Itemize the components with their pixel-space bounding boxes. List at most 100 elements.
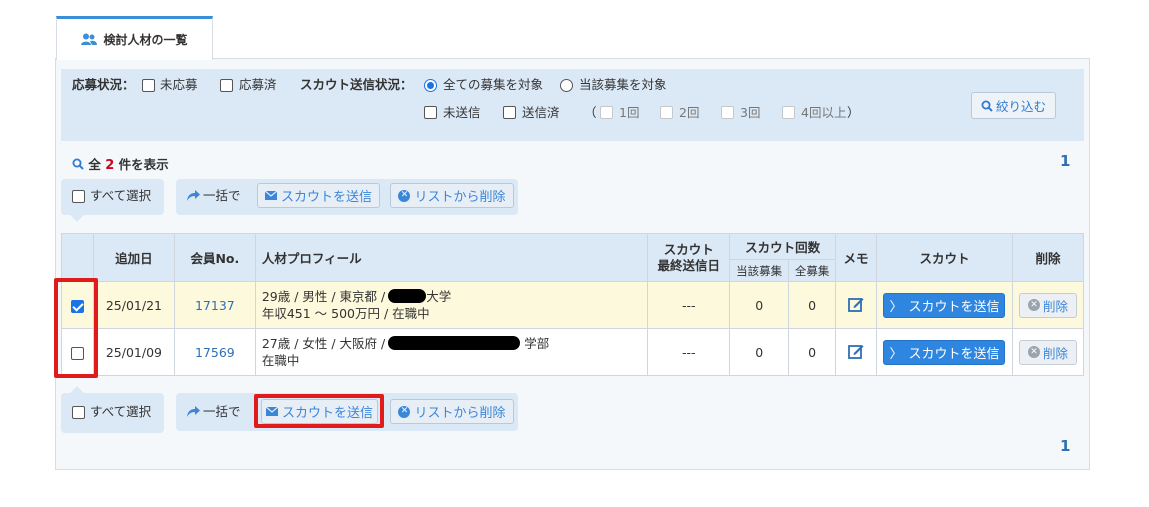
send-scout-button[interactable]: 〉スカウトを送信	[883, 339, 1006, 365]
all-recruitment-label: 全ての募集を対象	[443, 77, 544, 92]
unapplied-checkbox[interactable]	[142, 79, 155, 92]
last-sent: ---	[647, 281, 731, 329]
header-added-date: 追加日	[92, 233, 175, 282]
count-suffix: 件を表示	[118, 157, 169, 172]
count-all: 0	[788, 281, 837, 329]
once-label: 1回	[619, 105, 640, 120]
header-last-sent-line2: 最終送信日	[657, 257, 721, 273]
result-count: 全 2 件を表示	[72, 154, 169, 173]
candidate-table: 追加日 会員No. 人材プロフィール スカウト 最終送信日 スカウト回数 メモ …	[61, 233, 1085, 376]
profile-school-suffix: 学部	[524, 336, 550, 351]
search-icon	[72, 158, 84, 170]
count-prefix: 全	[88, 157, 101, 172]
page-number-bottom[interactable]: 1	[1060, 437, 1070, 455]
profile-line1: 29歳 / 男性 / 東京都 /	[261, 289, 386, 304]
count-all: 0	[788, 328, 837, 376]
last-sent: ---	[647, 328, 731, 376]
chevron-right-icon: 〉	[889, 299, 903, 315]
twice-label: 2回	[679, 105, 700, 120]
four-plus-label: 4回以上	[801, 105, 847, 120]
unapplied-label: 未応募	[160, 77, 198, 92]
open-paren: （	[584, 105, 597, 120]
annotation-highlight-checkboxes	[54, 278, 98, 378]
header-scout-count: スカウト回数	[729, 233, 837, 260]
redacted-school	[388, 289, 427, 303]
filter-button-label: 絞り込む	[995, 99, 1046, 114]
header-profile: 人材プロフィール	[254, 233, 649, 282]
member-no-link[interactable]: 17569	[195, 345, 235, 360]
select-all-pointer-bottom	[70, 386, 84, 393]
select-all-checkbox-bottom[interactable]	[72, 406, 85, 419]
added-date: 25/01/09	[92, 328, 175, 376]
redacted-school	[388, 336, 521, 350]
sent-checkbox[interactable]	[503, 106, 516, 119]
close-circle-icon: ✕	[398, 405, 411, 418]
four-plus-checkbox[interactable]	[782, 106, 795, 119]
users-icon	[81, 33, 98, 45]
bulk-label-bottom: 一括で	[203, 404, 241, 419]
count-this: 0	[729, 281, 790, 329]
delete-label: 削除	[1042, 345, 1068, 361]
this-recruitment-radio[interactable]	[560, 79, 573, 92]
table-row: 25/01/09 17569 27歳 / 女性 / 大阪府 / 学部 在職中 --…	[61, 328, 1085, 376]
send-scout-label: スカウトを送信	[908, 346, 1000, 362]
applied-checkbox[interactable]	[220, 79, 233, 92]
remove-from-list-label-top: リストから削除	[414, 190, 506, 205]
bulk-label-top: 一括で	[203, 188, 241, 203]
sent-label: 送信済	[522, 105, 560, 120]
profile-line2: 在職中	[261, 353, 300, 368]
delete-label: 削除	[1042, 298, 1068, 314]
send-scout-button-top[interactable]: スカウトを送信	[257, 183, 380, 208]
select-all-label-top: すべて選択	[90, 188, 152, 203]
thrice-checkbox[interactable]	[721, 106, 734, 119]
tab-candidate-list[interactable]: 検討人材の一覧	[56, 16, 213, 60]
edit-memo-icon[interactable]	[848, 343, 864, 359]
thrice-label: 3回	[740, 105, 761, 120]
search-icon	[981, 100, 993, 112]
header-count-this: 当該募集	[729, 259, 790, 282]
header-memo: メモ	[835, 233, 877, 282]
profile-cell: 27歳 / 女性 / 大阪府 / 学部 在職中	[254, 328, 649, 376]
once-checkbox[interactable]	[600, 106, 613, 119]
profile-line2: 年収451 ～ 500万円 / 在職中	[261, 306, 430, 321]
profile-cell: 29歳 / 男性 / 東京都 / 大学 年収451 ～ 500万円 / 在職中	[254, 281, 649, 329]
remove-from-list-button-bottom[interactable]: ✕ リストから削除	[390, 399, 514, 424]
apply-status-label: 応募状況：	[72, 77, 135, 92]
profile-line1: 27歳 / 女性 / 大阪府 /	[261, 336, 386, 351]
member-no-link[interactable]: 17137	[195, 298, 235, 313]
header-last-sent: スカウト 最終送信日	[647, 233, 731, 282]
envelope-icon	[264, 191, 277, 200]
profile-school-suffix: 大学	[426, 289, 452, 304]
chevron-right-icon: 〉	[889, 346, 903, 362]
header-delete: 削除	[1011, 233, 1085, 282]
share-arrow-icon	[187, 406, 200, 417]
header-count-all: 全募集	[788, 259, 837, 282]
this-recruitment-label: 当該募集を対象	[579, 77, 667, 92]
edit-memo-icon[interactable]	[848, 296, 864, 312]
all-recruitment-radio[interactable]	[424, 79, 437, 92]
filter-area	[61, 69, 1084, 141]
remove-from-list-button-top[interactable]: ✕ リストから削除	[390, 183, 514, 208]
send-scout-label: スカウトを送信	[908, 299, 1000, 315]
unsent-label: 未送信	[443, 105, 481, 120]
header-scout: スカウト	[876, 233, 1013, 282]
table-row: 25/01/21 17137 29歳 / 男性 / 東京都 / 大学 年収451 …	[61, 281, 1085, 329]
delete-button[interactable]: ✕ 削除	[1018, 339, 1077, 365]
send-scout-label-top: スカウトを送信	[280, 190, 372, 205]
select-all-checkbox-top[interactable]	[72, 190, 85, 203]
select-all-label-bottom: すべて選択	[90, 404, 152, 419]
close-circle-icon: ✕	[398, 189, 411, 202]
unsent-checkbox[interactable]	[424, 106, 437, 119]
remove-from-list-label-bottom: リストから削除	[414, 406, 506, 421]
annotation-highlight-send-button	[254, 394, 384, 428]
filter-button[interactable]: 絞り込む	[971, 92, 1056, 119]
scout-status-label: スカウト送信状況：	[300, 77, 413, 92]
header-member-no: 会員No.	[173, 233, 256, 282]
close-circle-icon: ✕	[1027, 299, 1040, 311]
delete-button[interactable]: ✕ 削除	[1018, 292, 1077, 318]
share-arrow-icon	[187, 190, 200, 201]
count-this: 0	[729, 328, 790, 376]
send-scout-button[interactable]: 〉スカウトを送信	[883, 292, 1006, 318]
page-number-top[interactable]: 1	[1060, 152, 1070, 170]
twice-checkbox[interactable]	[660, 106, 673, 119]
